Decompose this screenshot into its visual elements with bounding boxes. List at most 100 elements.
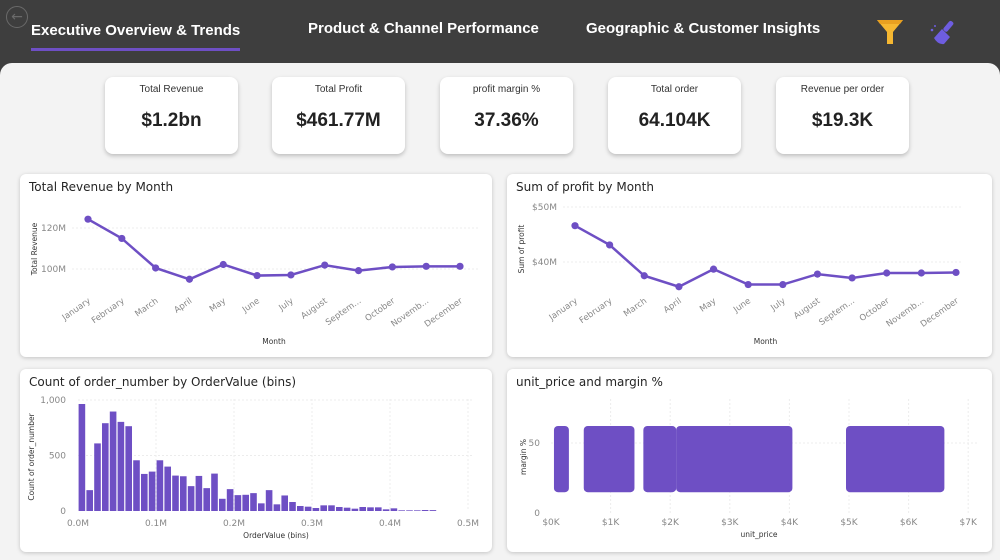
histogram-bar xyxy=(226,489,234,511)
data-point xyxy=(354,267,363,275)
histogram-bar xyxy=(406,510,413,511)
x-tick-label: June xyxy=(731,296,753,315)
histogram-bar xyxy=(297,506,304,511)
x-tick-label: 0.0M xyxy=(67,519,89,529)
data-point xyxy=(185,275,194,283)
histogram-bar xyxy=(258,503,265,511)
y-axis-title: Sum of profit xyxy=(517,225,526,274)
y-tick-label: $50M xyxy=(532,203,557,213)
x-tick-label: $0K xyxy=(542,518,560,528)
kpi-label: Total order xyxy=(650,84,699,95)
x-axis-title: unit_price xyxy=(741,530,778,539)
tab-executive-overview[interactable]: Executive Overview & Trends xyxy=(31,22,241,51)
data-point xyxy=(813,270,822,278)
kpi-card-total-order: Total order 64.104K xyxy=(608,77,741,154)
chart-title: Sum of profit by Month xyxy=(516,180,654,194)
data-point xyxy=(152,264,160,272)
tab-product-channel[interactable]: Product & Channel Performance xyxy=(308,20,539,37)
x-tick-label: $5K xyxy=(840,518,858,528)
histogram-bar xyxy=(336,507,343,511)
x-tick-label: 0.1M xyxy=(145,519,167,529)
data-point xyxy=(422,262,430,270)
order-value-histogram[interactable]: 0 500 1,000 0.0M 0.1M 0.2M 0.3M 0.4M 0.5M Count o… xyxy=(20,369,492,552)
data-point xyxy=(744,280,752,289)
histogram-bar xyxy=(289,502,296,511)
y-axis-title: Total Revenue xyxy=(30,222,39,276)
data-point xyxy=(321,261,329,269)
scatter-point-cluster xyxy=(676,426,793,493)
kpi-card-profit-margin: profit margin % 37.36% xyxy=(440,77,573,154)
histogram-bar xyxy=(359,507,366,511)
x-axis-title: Month xyxy=(754,337,778,346)
histogram-bar xyxy=(351,508,359,511)
tab-geographic-customer[interactable]: Geographic & Customer Insights xyxy=(586,20,820,37)
funnel-icon[interactable] xyxy=(874,16,906,48)
y-tick-label: 120M xyxy=(41,224,66,234)
x-tick-label: 0.2M xyxy=(223,519,245,529)
histogram-bar xyxy=(164,466,171,511)
x-tick-label: Septem... xyxy=(818,296,857,328)
histogram-bar xyxy=(398,510,405,511)
x-tick-label: 0.5M xyxy=(457,519,479,529)
x-tick-label: $7K xyxy=(960,518,978,528)
data-point xyxy=(287,271,295,279)
histogram-bar xyxy=(382,509,390,511)
data-point xyxy=(253,271,261,280)
x-tick-label: April xyxy=(662,296,684,315)
x-tick-label: May xyxy=(698,296,718,314)
x-tick-label: August xyxy=(792,296,823,322)
histogram-bar xyxy=(414,510,421,511)
histogram-bar xyxy=(375,507,382,511)
kpi-label: Total Revenue xyxy=(139,84,204,95)
scatter-point-cluster xyxy=(553,426,569,493)
histogram-bar xyxy=(234,495,242,511)
data-point xyxy=(709,265,718,273)
y-tick-label: 0 xyxy=(60,507,66,517)
y-tick-label: 500 xyxy=(49,452,66,462)
x-tick-label: $3K xyxy=(721,518,739,528)
x-tick-label: June xyxy=(240,296,262,315)
histogram-bar xyxy=(195,475,203,511)
data-point xyxy=(118,234,126,243)
data-point xyxy=(640,272,648,280)
profit-by-month-chart[interactable]: $40M $50M Sum of profit Month January Februar… xyxy=(507,174,992,357)
data-point xyxy=(952,268,960,277)
data-point xyxy=(606,241,614,249)
histogram-bar xyxy=(421,510,429,511)
kpi-card-total-revenue: Total Revenue $1.2bn xyxy=(105,77,238,154)
revenue-by-month-chart[interactable]: 100M 120M Total Revenue Month January Februar… xyxy=(20,174,492,357)
histogram-bar xyxy=(211,473,218,511)
histogram-bar xyxy=(320,505,327,511)
back-arrow-icon[interactable]: ← xyxy=(6,6,28,28)
chart-title: Count of order_number by OrderValue (bin… xyxy=(29,375,297,389)
histogram-bar xyxy=(304,506,312,511)
scatter-point-cluster xyxy=(583,426,635,493)
data-point xyxy=(571,222,579,230)
histogram-bar xyxy=(180,476,187,511)
kpi-value: $1.2bn xyxy=(141,110,202,131)
unit-price-margin-scatter[interactable]: $0K $1K $2K $3K $4K $5K $6K $7K 0 50 margin % unit_… xyxy=(507,369,992,552)
data-point xyxy=(848,274,856,282)
data-point xyxy=(456,262,464,270)
y-tick-label: 0 xyxy=(534,509,540,519)
kpi-label: profit margin % xyxy=(472,84,541,95)
histogram-bar xyxy=(125,426,132,511)
kpi-value: 37.36% xyxy=(474,110,539,131)
y-tick-label: 1,000 xyxy=(40,396,66,406)
data-point xyxy=(675,283,683,291)
histogram-bar xyxy=(273,504,281,511)
x-tick-label: February xyxy=(90,296,127,326)
histogram-bar xyxy=(219,498,226,511)
histogram-bar xyxy=(78,403,86,511)
data-point xyxy=(84,215,92,223)
histogram-bar xyxy=(109,411,117,511)
x-tick-label: December xyxy=(919,296,961,330)
y-axis-title: margin % xyxy=(519,439,528,475)
eraser-brush-icon[interactable] xyxy=(928,16,960,48)
histogram-bar xyxy=(250,493,257,511)
histogram-bar xyxy=(203,488,210,511)
x-tick-label: $4K xyxy=(781,518,799,528)
histogram-bar xyxy=(265,490,273,511)
chart-title: Total Revenue by Month xyxy=(29,180,174,194)
x-tick-label: January xyxy=(547,296,580,323)
